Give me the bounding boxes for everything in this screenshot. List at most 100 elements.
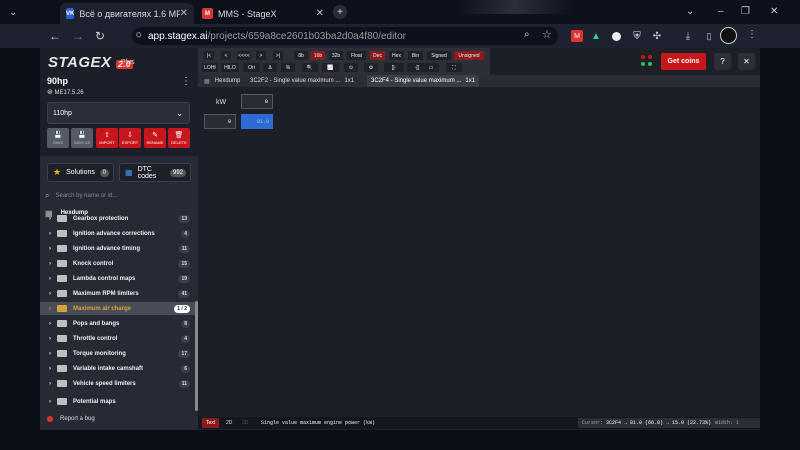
axis-cell[interactable]: 0	[241, 94, 273, 109]
tree-item[interactable]: › Potential maps	[40, 395, 195, 408]
view-2d-button[interactable]: 2D	[222, 418, 236, 428]
toolbar-button[interactable]: HILO	[221, 63, 239, 72]
menu-kebab-icon[interactable]: ⋮	[747, 29, 757, 40]
tab-search-icon[interactable]: ⌄	[9, 7, 17, 18]
toolbar-button[interactable]: ⛶	[446, 63, 462, 72]
delete-button[interactable]: 🗑 DELETE	[168, 128, 190, 148]
toolbar-button[interactable]: >|	[273, 51, 283, 60]
close-icon[interactable]: ✕	[316, 8, 324, 19]
browser-tab-stagex[interactable]: M MMS - StageX ✕	[196, 3, 330, 24]
side-panel-icon[interactable]: ▯	[703, 30, 715, 42]
map-value-cell[interactable]: 81.0	[241, 114, 273, 129]
toolbar-button[interactable]: Signed	[427, 51, 451, 60]
chevron-right-icon[interactable]: ›	[43, 366, 57, 372]
toolbar-button[interactable]: 16b	[311, 51, 325, 60]
tab-list-icon[interactable]: ⌄	[686, 6, 694, 17]
help-button[interactable]: ?	[714, 53, 731, 70]
variant-select[interactable]: 110hp ⌄	[47, 102, 190, 124]
tree-item[interactable]: › Variable intake camshaft 6	[40, 362, 195, 375]
toolbar-button[interactable]: Δ	[263, 63, 277, 72]
map-search[interactable]: ⌕ Search by name or id...	[45, 188, 193, 204]
chevron-right-icon[interactable]: ›	[43, 261, 57, 267]
extensions-puzzle-icon[interactable]: ✣	[651, 30, 663, 42]
toolbar-button[interactable]: []·	[384, 63, 404, 72]
toolbar-button[interactable]: >	[256, 51, 266, 60]
stagex-extension-icon[interactable]: M	[571, 30, 583, 42]
toolbar-button[interactable]: <	[221, 51, 231, 60]
tree-item[interactable]: › Ignition advance timing 11	[40, 242, 195, 255]
zoom-icon[interactable]: ⌕	[524, 29, 530, 40]
tree-item[interactable]: › Gearbox protection 13	[40, 212, 195, 225]
chevron-right-icon[interactable]: ›	[43, 291, 57, 297]
import-button[interactable]: ⇧ IMPORT	[96, 128, 118, 148]
maximize-icon[interactable]: ❐	[741, 6, 750, 17]
report-bug-link[interactable]: Report a bug	[47, 416, 95, 422]
tree-item[interactable]: › Pops and bangs 8	[40, 317, 195, 330]
chevron-right-icon[interactable]: ›	[43, 306, 57, 312]
tab-3c2f2[interactable]: 3C2F2 - Single value maximum ... 1x1	[246, 75, 366, 87]
forward-icon[interactable]: →	[72, 29, 84, 43]
project-menu-icon[interactable]: ⋮	[181, 76, 191, 87]
drive-extension-icon[interactable]: ▲	[590, 30, 602, 42]
bookmark-star-icon[interactable]: ☆	[542, 28, 552, 41]
dtc-codes-button[interactable]: ▦ DTC codes 992	[119, 163, 191, 182]
toolbar-button[interactable]: ⊙	[344, 63, 358, 72]
extension-circle-icon[interactable]	[612, 32, 621, 41]
view-text-button[interactable]: Text	[202, 418, 220, 428]
chevron-right-icon[interactable]: ›	[43, 351, 57, 357]
toolbar-button[interactable]: Dec	[370, 51, 385, 60]
url-field[interactable]: ⛭ app.stagex.ai/projects/659a8ce2601b03b…	[132, 27, 558, 45]
tree-item[interactable]: › Ignition advance corrections 4	[40, 227, 195, 240]
view-3d-button[interactable]: 3D	[238, 418, 252, 428]
shield-icon[interactable]: ⛨	[631, 30, 643, 42]
toolbar-button[interactable]: ▭	[423, 63, 439, 72]
toolbar-button[interactable]: <<<<	[237, 51, 251, 60]
site-info-icon[interactable]: ⛭	[136, 32, 142, 40]
toolbar-button[interactable]: 32b	[329, 51, 343, 60]
chevron-right-icon[interactable]: ›	[43, 336, 57, 342]
chevron-right-icon[interactable]: ›	[43, 246, 57, 252]
chevron-right-icon[interactable]: ›	[43, 276, 57, 282]
toolbar-button[interactable]: Hex	[389, 51, 404, 60]
close-icon[interactable]: ✕	[180, 8, 188, 19]
chevron-right-icon[interactable]: ›	[43, 399, 57, 405]
chevron-right-icon[interactable]: ›	[43, 321, 57, 327]
toolbar-button[interactable]: Float	[347, 51, 366, 60]
row-header-cell[interactable]: 0	[204, 114, 236, 129]
back-icon[interactable]: ←	[49, 29, 61, 43]
tree-item[interactable]: › Throttle control 4	[40, 332, 195, 345]
close-editor-button[interactable]: ✕	[738, 53, 755, 70]
export-button[interactable]: ⇩ EXPORT	[119, 128, 141, 148]
chevron-right-icon[interactable]: ›	[43, 381, 57, 387]
toolbar-button[interactable]: ⚙	[364, 63, 378, 72]
tree-item[interactable]: › Knock control 15	[40, 257, 195, 270]
tab-hexdump[interactable]: ▦ Hexdump	[200, 75, 244, 87]
rename-button[interactable]: ✎ RENAME	[144, 128, 166, 148]
get-coins-button[interactable]: Get coins	[661, 53, 706, 70]
minimize-icon[interactable]: –	[718, 6, 724, 17]
toolbar-button[interactable]: 📈	[322, 63, 339, 72]
tree-item[interactable]: › Lambda control maps 19	[40, 272, 195, 285]
reload-icon[interactable]: ↻	[95, 29, 105, 43]
tree-item[interactable]: › Torque monitoring 17	[40, 347, 195, 360]
toolbar-button[interactable]: LOHI	[202, 63, 218, 72]
tree-item[interactable]: › Maximum RPM limiters 41	[40, 287, 195, 300]
download-icon[interactable]: ⤓	[682, 30, 694, 42]
tab-3c2f4[interactable]: 3C2F4 - Single value maximum ... 1x1	[367, 75, 479, 87]
tree-item[interactable]: › Vehicle speed limiters 11	[40, 377, 195, 390]
toolbar-button[interactable]: Bin	[408, 51, 423, 60]
browser-tab-vk[interactable]: VK Всё о двигателях 1.6 MPI (EA2... ✕	[60, 3, 194, 24]
save-as-button[interactable]: 💾 SAVE AS	[71, 128, 93, 148]
profile-avatar[interactable]	[720, 27, 737, 44]
solutions-button[interactable]: ★ Solutions 0	[47, 163, 114, 182]
toolbar-button[interactable]: Ori	[243, 63, 260, 72]
save-button[interactable]: 💾 SAVE	[47, 128, 69, 148]
chevron-right-icon[interactable]: ›	[43, 231, 57, 237]
window-close-icon[interactable]: ✕	[770, 6, 778, 17]
toolbar-button[interactable]: %	[281, 63, 295, 72]
toolbar-button[interactable]: 8b	[294, 51, 308, 60]
toolbar-button[interactable]: 🔍	[302, 63, 318, 72]
toolbar-button[interactable]: |<	[204, 51, 214, 60]
tree-item[interactable]: › Maximum air charge 1 / 2	[40, 302, 195, 315]
toolbar-button[interactable]: Unsigned	[454, 51, 484, 60]
